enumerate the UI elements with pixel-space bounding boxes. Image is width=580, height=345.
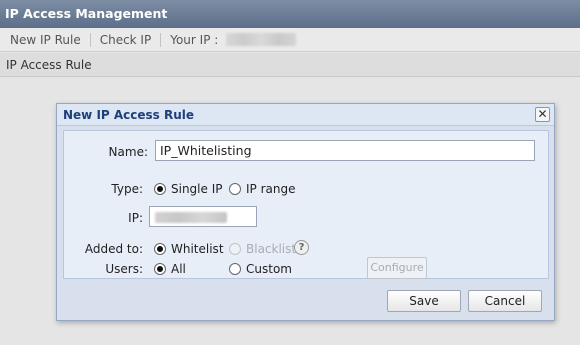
configure-button: Configure <box>367 257 427 279</box>
save-button[interactable]: Save <box>387 290 461 312</box>
users-label: Users: <box>105 262 143 276</box>
your-ip-label: Your IP : <box>170 32 219 47</box>
name-label: Name: <box>108 145 148 159</box>
users-all-label[interactable]: All <box>171 262 186 276</box>
blacklist-radio <box>229 243 241 255</box>
type-ip-range-radio[interactable] <box>229 183 241 195</box>
users-custom-label[interactable]: Custom <box>246 262 292 276</box>
your-ip-value-redacted <box>226 33 297 46</box>
whitelist-radio[interactable] <box>154 243 166 255</box>
toolbar: New IP Rule Check IP Your IP : <box>0 28 580 52</box>
whitelist-label[interactable]: Whitelist <box>171 242 224 256</box>
ip-label: IP: <box>128 211 143 225</box>
users-all-radio[interactable] <box>154 263 166 275</box>
type-label: Type: <box>111 182 143 196</box>
users-custom-radio[interactable] <box>229 263 241 275</box>
help-icon[interactable]: ? <box>294 240 309 255</box>
section-title: IP Access Rule <box>0 53 580 77</box>
dialog-form: Name: IP_Whitelisting Type: Single IP IP… <box>63 130 549 279</box>
type-single-ip-label[interactable]: Single IP <box>171 182 222 196</box>
dialog-title: New IP Access Rule <box>63 108 195 122</box>
toolbar-divider <box>89 32 91 47</box>
name-input[interactable]: IP_Whitelisting <box>155 140 535 161</box>
type-single-ip-radio[interactable] <box>154 183 166 195</box>
check-ip-link[interactable]: Check IP <box>96 33 156 47</box>
new-ip-rule-dialog: New IP Access Rule ✕ Name: IP_Whitelisti… <box>56 103 555 321</box>
blacklist-label: Blacklist <box>246 242 297 256</box>
type-ip-range-label[interactable]: IP range <box>246 182 295 196</box>
added-to-label: Added to: <box>84 242 143 256</box>
toolbar-divider <box>160 32 162 47</box>
dialog-header: New IP Access Rule ✕ <box>57 104 554 126</box>
ip-value-redacted <box>155 212 227 223</box>
close-icon[interactable]: ✕ <box>535 107 550 122</box>
new-ip-rule-link[interactable]: New IP Rule <box>6 33 85 47</box>
app-title: IP Access Management <box>0 0 580 28</box>
ip-input[interactable] <box>149 206 257 227</box>
cancel-button[interactable]: Cancel <box>468 290 542 312</box>
